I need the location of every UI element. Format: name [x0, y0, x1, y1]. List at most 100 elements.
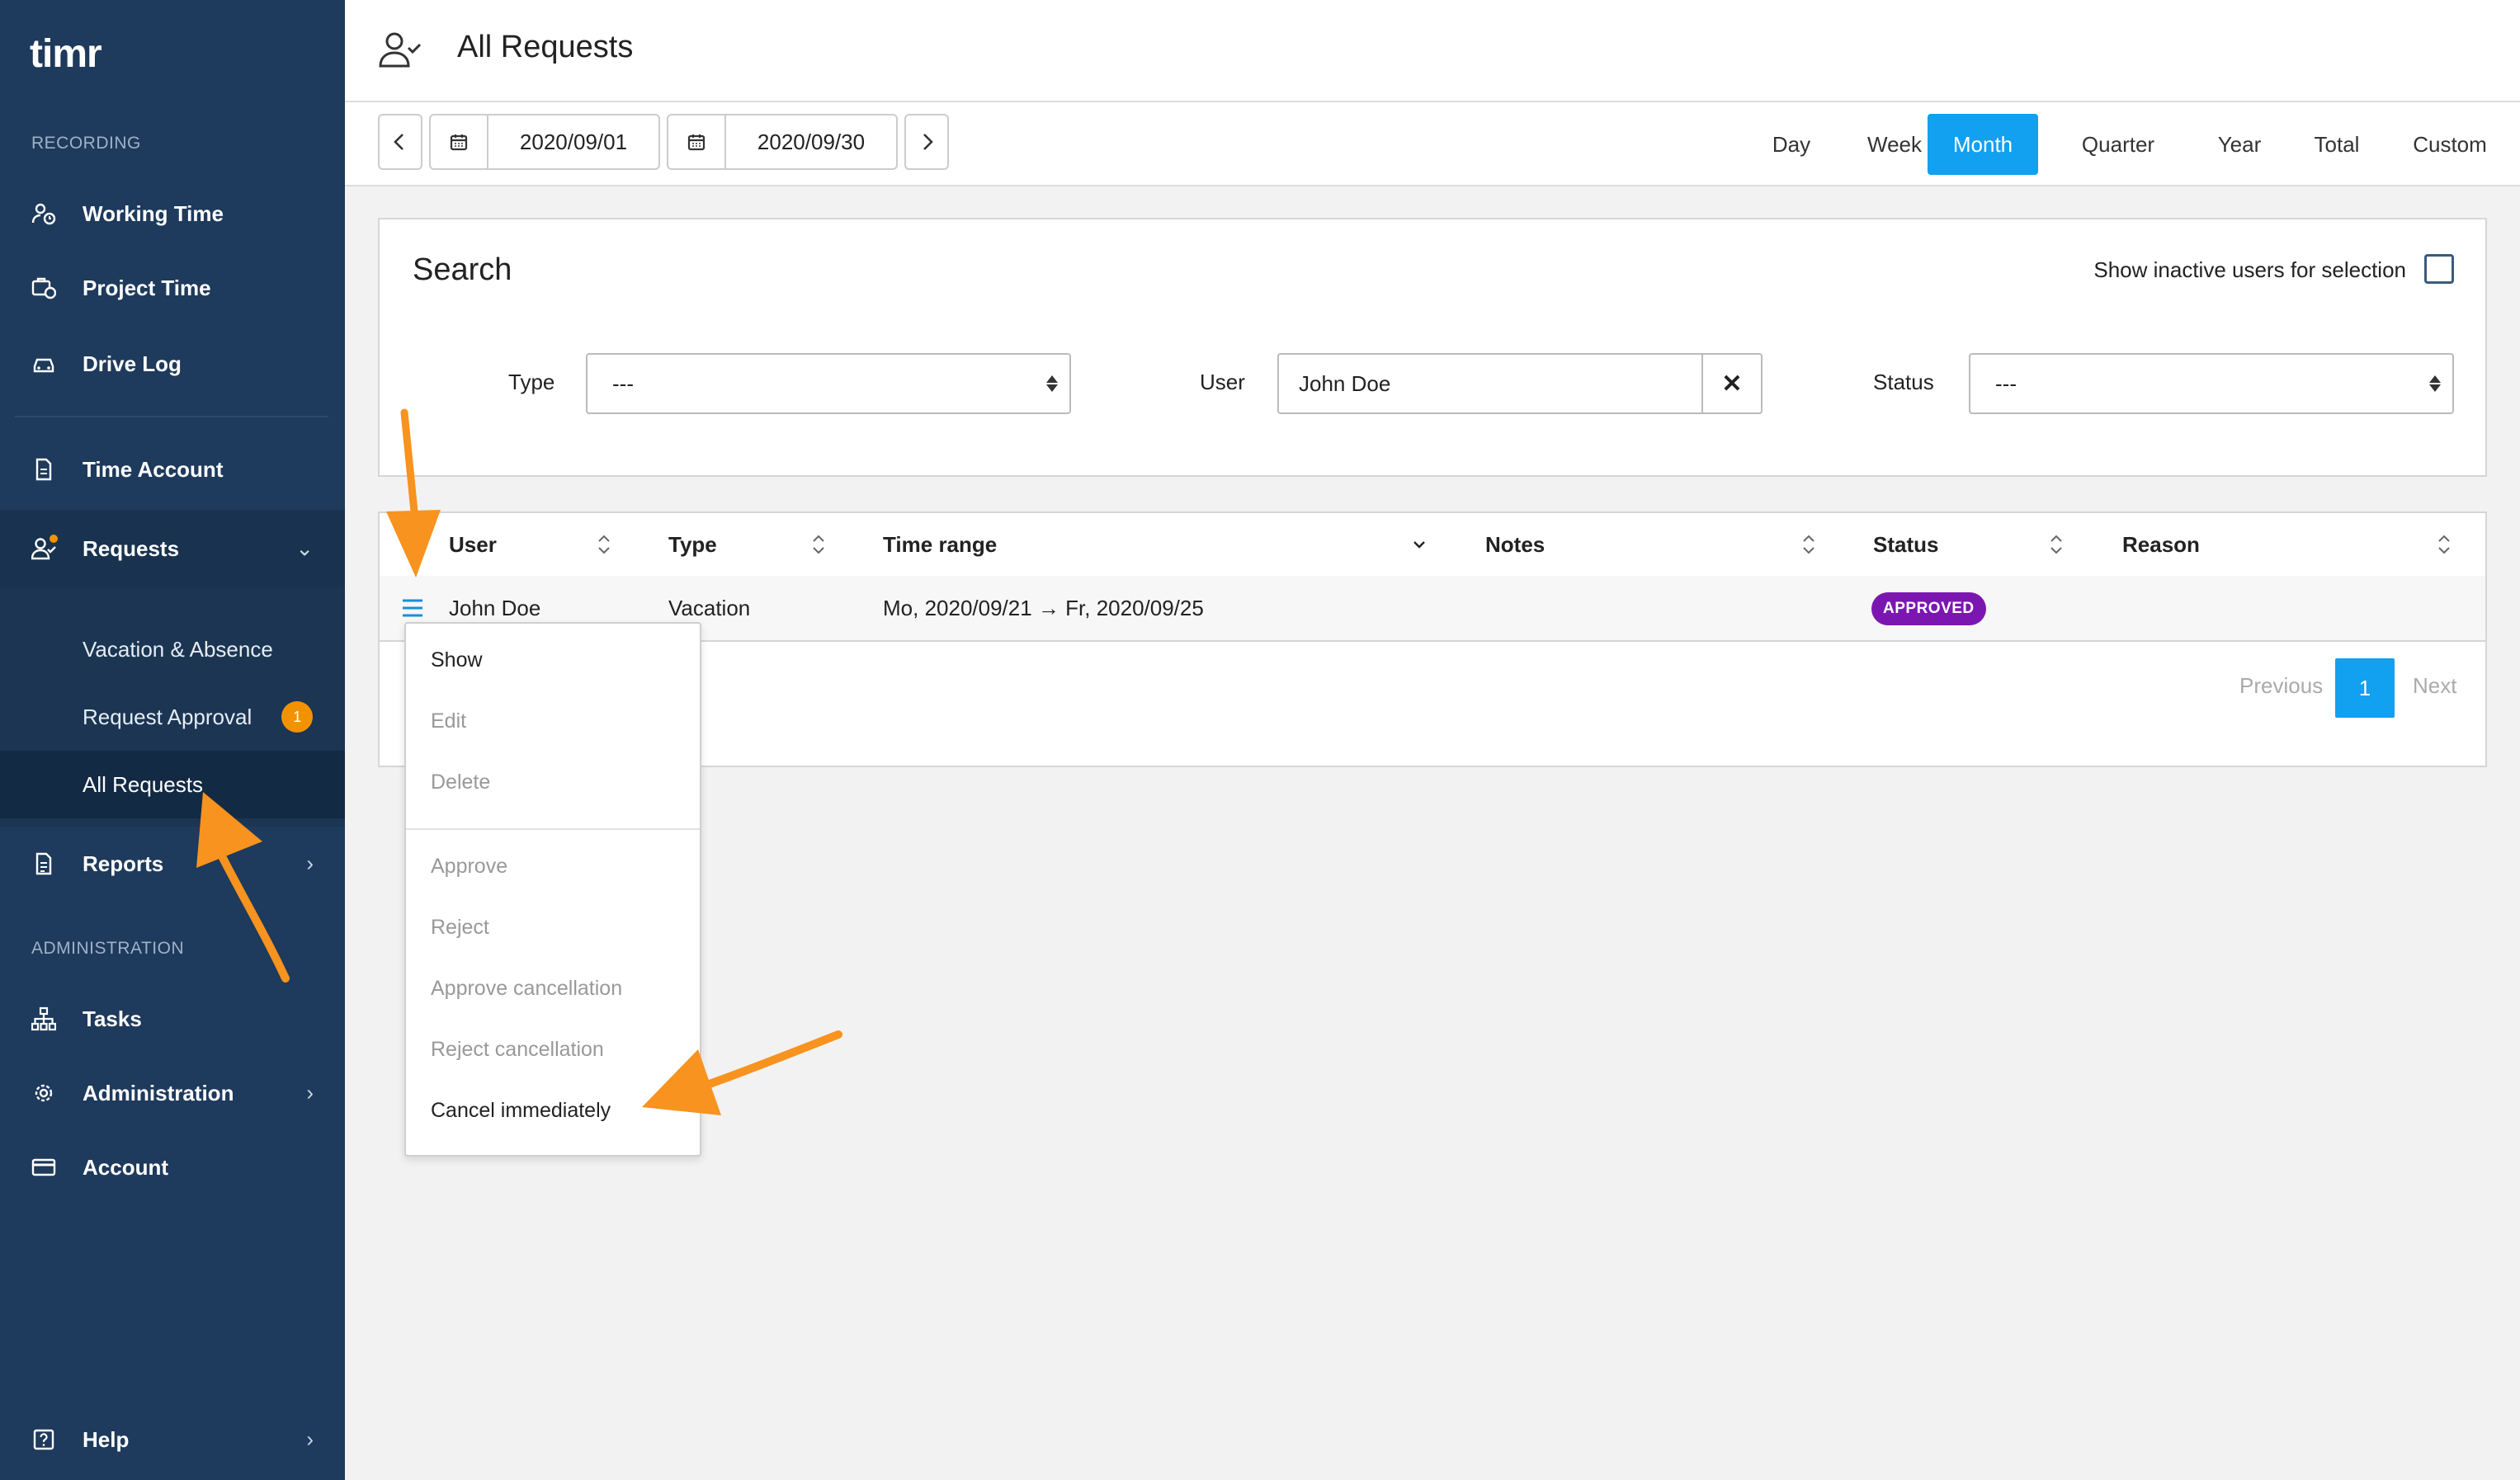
menu-item-show[interactable]: Show — [431, 648, 483, 672]
next-period-button[interactable] — [904, 114, 949, 170]
clear-icon[interactable]: ✕ — [1701, 355, 1761, 412]
type-label: Type — [508, 370, 555, 394]
menu-item-reject[interactable]: Reject — [431, 916, 489, 940]
status-label: Status — [1873, 370, 1934, 394]
menu-item-approve-cancellation[interactable]: Approve cancellation — [431, 977, 622, 1001]
sidebar-subitem-vacation-absence[interactable]: Vacation & Absence — [0, 615, 345, 683]
chevron-right-icon: › — [306, 1080, 314, 1105]
user-field[interactable]: John Doe ✕ — [1277, 353, 1763, 414]
date-to-field[interactable]: 2020/09/30 — [667, 114, 898, 170]
period-custom[interactable]: Custom — [2388, 114, 2512, 175]
chevron-right-icon — [923, 134, 933, 150]
sidebar-item-account[interactable]: Account — [0, 1130, 345, 1204]
document-icon — [31, 457, 56, 482]
card-icon — [31, 1155, 56, 1180]
menu-divider — [406, 828, 700, 830]
sort-icon[interactable] — [2436, 530, 2452, 559]
sidebar-item-label: Reports — [83, 851, 164, 876]
search-panel: Search Show inactive users for selection… — [378, 218, 2487, 477]
sidebar-item-label: Tasks — [83, 1006, 142, 1031]
inactive-users-label: Show inactive users for selection — [2093, 257, 2406, 282]
sidebar-item-label: Administration — [83, 1080, 234, 1105]
period-year[interactable]: Year — [2190, 114, 2289, 175]
search-title: Search — [413, 252, 512, 287]
table-header: User Type Time range Notes Status Reason — [380, 513, 2485, 577]
sidebar-subitem-all-requests[interactable]: All Requests — [0, 751, 345, 818]
calendar-icon — [431, 115, 488, 168]
select-arrows-icon — [1046, 375, 1058, 392]
section-label-administration: ADMINISTRATION — [31, 939, 185, 958]
notification-dot — [50, 535, 58, 543]
user-label: User — [1200, 370, 1245, 394]
gear-icon — [31, 1081, 56, 1105]
sidebar-item-time-account[interactable]: Time Account — [0, 432, 345, 507]
date-toolbar: 2020/09/01 2020/09/30 Day Week Month Qua… — [345, 102, 2520, 186]
cell-time-range: Mo, 2020/09/21 → Fr, 2020/09/25 — [883, 595, 1204, 620]
column-header-type[interactable]: Type — [668, 513, 717, 576]
hamburger-menu-icon[interactable] — [401, 597, 424, 619]
chevron-right-icon: › — [306, 1426, 314, 1452]
column-header-time-range[interactable]: Time range — [883, 513, 997, 576]
requests-submenu: Vacation & Absence Request Approval 1 Al… — [0, 587, 345, 827]
status-select-value: --- — [1995, 370, 2017, 396]
status-badge: APPROVED — [1871, 592, 1986, 625]
request-approval-count-badge: 1 — [281, 701, 314, 733]
page-header: All Requests — [345, 0, 2520, 102]
app-logo[interactable]: timr — [30, 31, 102, 77]
sort-icon[interactable] — [2048, 530, 2065, 559]
sidebar-item-tasks[interactable]: Tasks — [0, 982, 345, 1056]
sidebar-subitem-request-approval[interactable]: Request Approval 1 — [0, 683, 345, 751]
calendar-icon — [668, 115, 726, 168]
period-month[interactable]: Month — [1928, 114, 2038, 175]
sidebar-item-label: Working Time — [83, 200, 224, 226]
sidebar-item-label: Account — [83, 1154, 168, 1180]
user-field-value: John Doe — [1299, 370, 1391, 396]
sort-icon[interactable] — [810, 530, 827, 559]
column-header-notes[interactable]: Notes — [1485, 513, 1545, 576]
column-header-user[interactable]: User — [449, 513, 497, 576]
row-actions-menu: Show Edit Delete Approve Reject Approve … — [404, 622, 701, 1157]
sidebar-item-working-time[interactable]: Working Time — [0, 177, 345, 251]
sidebar-item-reports[interactable]: Reports › — [0, 827, 345, 901]
sitemap-icon — [31, 1006, 56, 1031]
pagination-next[interactable]: Next — [2413, 673, 2456, 699]
sidebar-item-help[interactable]: Help › — [0, 1402, 345, 1477]
user-check-icon — [379, 32, 421, 68]
period-total[interactable]: Total — [2287, 114, 2386, 175]
menu-item-reject-cancellation[interactable]: Reject cancellation — [431, 1038, 604, 1062]
inactive-users-checkbox[interactable] — [2424, 254, 2454, 284]
menu-item-delete[interactable]: Delete — [431, 771, 490, 794]
sort-icon[interactable] — [1800, 530, 1817, 559]
date-to-value: 2020/09/30 — [757, 129, 866, 154]
period-day[interactable]: Day — [1748, 114, 1835, 175]
sidebar-item-label: Drive Log — [83, 351, 182, 376]
status-select[interactable]: --- — [1969, 353, 2454, 414]
page-title: All Requests — [457, 30, 634, 64]
column-header-status[interactable]: Status — [1873, 513, 1938, 576]
user-check-icon — [31, 535, 58, 561]
sidebar-item-label: Help — [83, 1426, 130, 1452]
type-select[interactable]: --- — [586, 353, 1071, 414]
sidebar-item-administration[interactable]: Administration › — [0, 1056, 345, 1130]
working-time-icon — [31, 201, 56, 226]
period-quarter[interactable]: Quarter — [2055, 114, 2182, 175]
sidebar-divider — [15, 416, 328, 417]
sidebar-item-label: Project Time — [83, 275, 211, 300]
sort-desc-icon[interactable] — [1411, 530, 1428, 559]
date-from-field[interactable]: 2020/09/01 — [429, 114, 660, 170]
sidebar-item-requests[interactable]: Requests ⌄ — [0, 510, 345, 587]
sidebar-item-drive-log[interactable]: Drive Log — [0, 327, 345, 401]
menu-item-approve[interactable]: Approve — [431, 855, 507, 879]
pagination-previous[interactable]: Previous — [2239, 673, 2323, 699]
date-from-value: 2020/09/01 — [519, 129, 628, 154]
sidebar-item-label: Time Account — [83, 456, 224, 482]
column-header-reason[interactable]: Reason — [2122, 513, 2200, 576]
car-icon — [31, 351, 56, 376]
select-arrows-icon — [2429, 375, 2441, 392]
menu-item-cancel-immediately[interactable]: Cancel immediately — [431, 1099, 611, 1123]
menu-item-edit[interactable]: Edit — [431, 709, 466, 733]
sort-icon[interactable] — [596, 530, 612, 559]
pagination-page-1[interactable]: 1 — [2335, 658, 2395, 718]
sidebar-item-project-time[interactable]: Project Time — [0, 251, 345, 325]
previous-period-button[interactable] — [378, 114, 422, 170]
